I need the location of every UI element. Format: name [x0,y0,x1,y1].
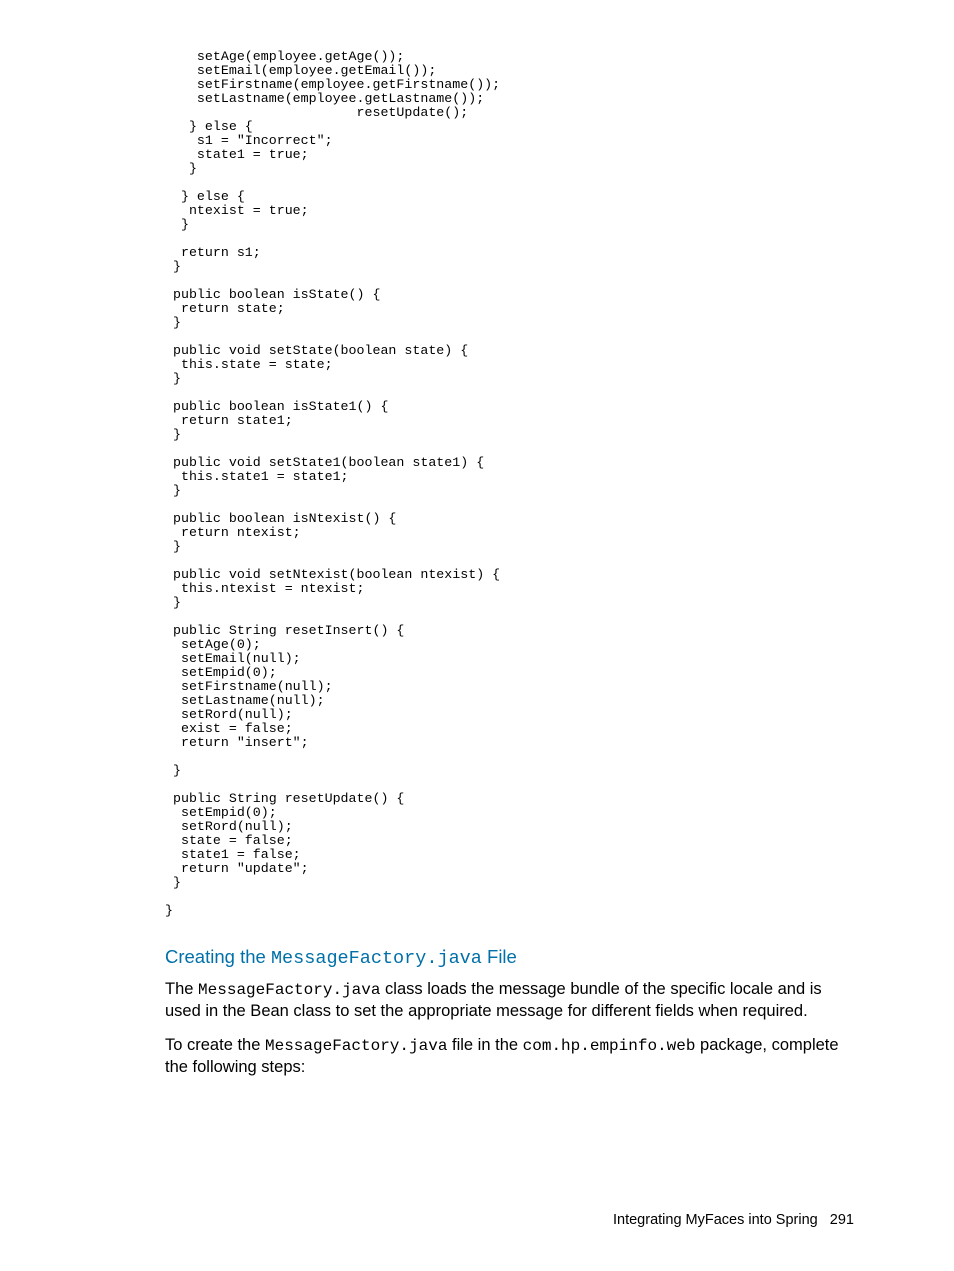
section-heading: Creating the MessageFactory.java File [165,946,854,969]
inline-code: MessageFactory.java [265,1037,447,1055]
footer-section-title: Integrating MyFaces into Spring [613,1212,818,1228]
paragraph-2: To create the MessageFactory.java file i… [165,1035,854,1078]
text: file in the [447,1036,522,1054]
footer-page-number: 291 [830,1212,854,1228]
text: To create the [165,1036,265,1054]
inline-code: com.hp.empinfo.web [523,1037,696,1055]
paragraph-1: The MessageFactory.java class loads the … [165,979,854,1022]
text: The [165,980,198,998]
heading-code-filename: MessageFactory.java [271,948,482,969]
heading-text-suffix: File [482,946,517,967]
page-footer: Integrating MyFaces into Spring 291 [613,1212,854,1228]
inline-code: MessageFactory.java [198,981,380,999]
code-listing: setAge(employee.getAge()); setEmail(empl… [165,50,854,918]
heading-text-prefix: Creating the [165,946,271,967]
